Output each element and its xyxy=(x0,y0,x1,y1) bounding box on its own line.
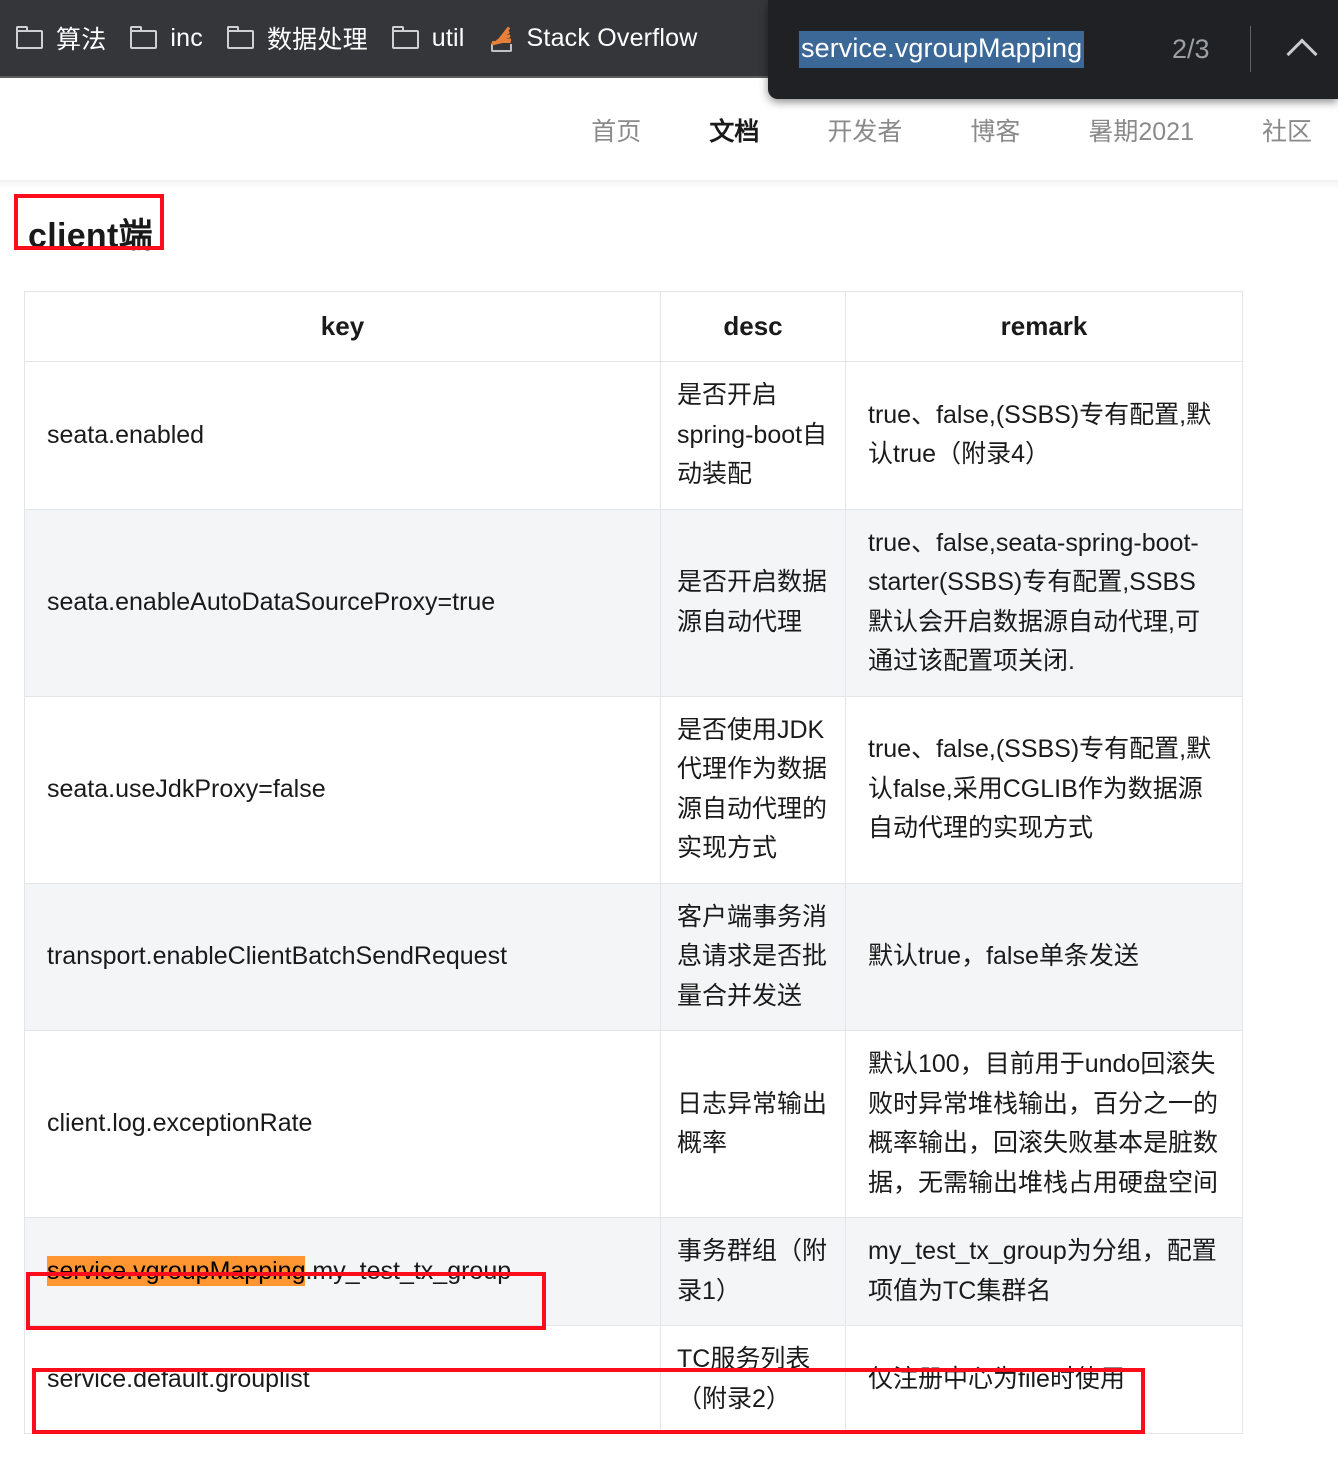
nav-item-developers[interactable]: 开发者 xyxy=(827,112,902,148)
find-bar: service.vgroupMapping 2/3 xyxy=(768,0,1338,99)
nav-item-summer2021[interactable]: 暑期2021 xyxy=(1088,112,1194,148)
cell-remark: my_test_tx_group为分组，配置项值为TC集群名 xyxy=(845,1217,1243,1326)
cell-desc: 是否开启spring-boot自动装配 xyxy=(660,361,846,510)
cell-remark: true、false,seata-spring-boot-starter(SSB… xyxy=(845,508,1243,697)
cell-remark: 默认100，目前用于undo回滚失败时异常堆栈输出，百分之一的概率输出，回滚失败… xyxy=(845,1030,1243,1218)
find-match-count: 2/3 xyxy=(1172,34,1210,64)
cell-key: service.default.grouplist xyxy=(24,1325,661,1434)
table-row: seata.enableAutoDataSourceProxy=true 是否开… xyxy=(24,508,1243,697)
cell-key: transport.enableClientBatchSendRequest xyxy=(24,882,661,1031)
cell-remark: true、false,(SSBS)专有配置,默认false,采用CGLIB作为数… xyxy=(845,695,1243,884)
cell-desc: 是否开启数据源自动代理 xyxy=(660,508,846,697)
cell-desc: 日志异常输出概率 xyxy=(660,1030,846,1218)
bookmark-folder-util[interactable]: util xyxy=(380,10,477,66)
cell-remark: 默认true，false单条发送 xyxy=(845,882,1243,1031)
bookmark-folder-suanfa[interactable]: 算法 xyxy=(4,10,118,66)
bookmark-label: util xyxy=(431,23,465,52)
find-input[interactable]: service.vgroupMapping xyxy=(799,31,1085,68)
cell-key: seata.enabled xyxy=(24,361,661,510)
cell-desc: 是否使用JDK代理作为数据源自动代理的实现方式 xyxy=(660,695,846,884)
bookmark-label: 算法 xyxy=(56,26,107,54)
find-match-highlight: service.vgroupMapping xyxy=(47,1255,306,1286)
chevron-up-icon xyxy=(1286,38,1318,70)
cell-key: seata.useJdkProxy=false xyxy=(24,695,661,884)
page-content: client端 key desc remark seata.enabled 是否… xyxy=(0,188,1338,1434)
bookmark-folder-shujuchuli[interactable]: 数据处理 xyxy=(215,10,380,66)
find-previous-button[interactable] xyxy=(1280,28,1324,72)
folder-icon xyxy=(226,26,255,50)
cell-key: service.vgroupMapping.my_test_tx_group xyxy=(24,1217,661,1326)
column-header-key: key xyxy=(24,291,661,362)
folder-icon xyxy=(16,26,44,50)
bookmark-label: inc xyxy=(170,23,203,52)
stack-overflow-icon xyxy=(489,25,515,52)
column-header-remark: remark xyxy=(845,291,1243,362)
bookmark-label: Stack Overflow xyxy=(526,23,698,52)
folder-icon xyxy=(130,26,158,50)
nav-item-docs[interactable]: 文档 xyxy=(709,112,759,148)
bookmark-folder-inc[interactable]: inc xyxy=(118,10,215,66)
table-row: service.vgroupMapping.my_test_tx_group 事… xyxy=(24,1217,1243,1326)
table-row: transport.enableClientBatchSendRequest 客… xyxy=(24,882,1243,1031)
page-title-wrapper: client端 xyxy=(14,194,164,257)
nav-item-home[interactable]: 首页 xyxy=(591,112,641,148)
folder-icon xyxy=(391,26,420,50)
table-row: seata.useJdkProxy=false 是否使用JDK代理作为数据源自动… xyxy=(24,695,1243,884)
nav-shadow xyxy=(0,180,1338,188)
table-header-row: key desc remark xyxy=(24,291,1243,362)
table-row: seata.enabled 是否开启spring-boot自动装配 true、f… xyxy=(24,361,1243,510)
page-title: client端 xyxy=(28,217,153,255)
cell-desc: 事务群组（附录1） xyxy=(660,1217,846,1326)
nav-item-blog[interactable]: 博客 xyxy=(970,112,1020,148)
cell-desc: TC服务列表（附录2） xyxy=(660,1325,846,1434)
cell-key-rest: .my_test_tx_group xyxy=(305,1256,512,1285)
nav-item-community[interactable]: 社区 xyxy=(1262,112,1312,148)
table-row: client.log.exceptionRate 日志异常输出概率 默认100，… xyxy=(24,1030,1243,1218)
bookmark-label: 数据处理 xyxy=(266,26,368,54)
browser-window: 算法 inc 数据处理 util Stack Overflow service.… xyxy=(0,0,1338,1468)
cell-key: seata.enableAutoDataSourceProxy=true xyxy=(24,508,661,697)
find-divider xyxy=(1250,26,1251,72)
table-row: service.default.grouplist TC服务列表（附录2） 仅注… xyxy=(24,1325,1243,1434)
bookmark-stack-overflow[interactable]: Stack Overflow xyxy=(477,10,710,66)
cell-remark: 仅注册中心为file时使用 xyxy=(845,1325,1243,1434)
cell-key: client.log.exceptionRate xyxy=(24,1030,661,1218)
config-table: key desc remark seata.enabled 是否开启spring… xyxy=(24,291,1243,1434)
cell-desc: 客户端事务消息请求是否批量合并发送 xyxy=(660,882,846,1031)
cell-remark: true、false,(SSBS)专有配置,默认true（附录4） xyxy=(845,361,1243,510)
column-header-desc: desc xyxy=(660,291,846,362)
